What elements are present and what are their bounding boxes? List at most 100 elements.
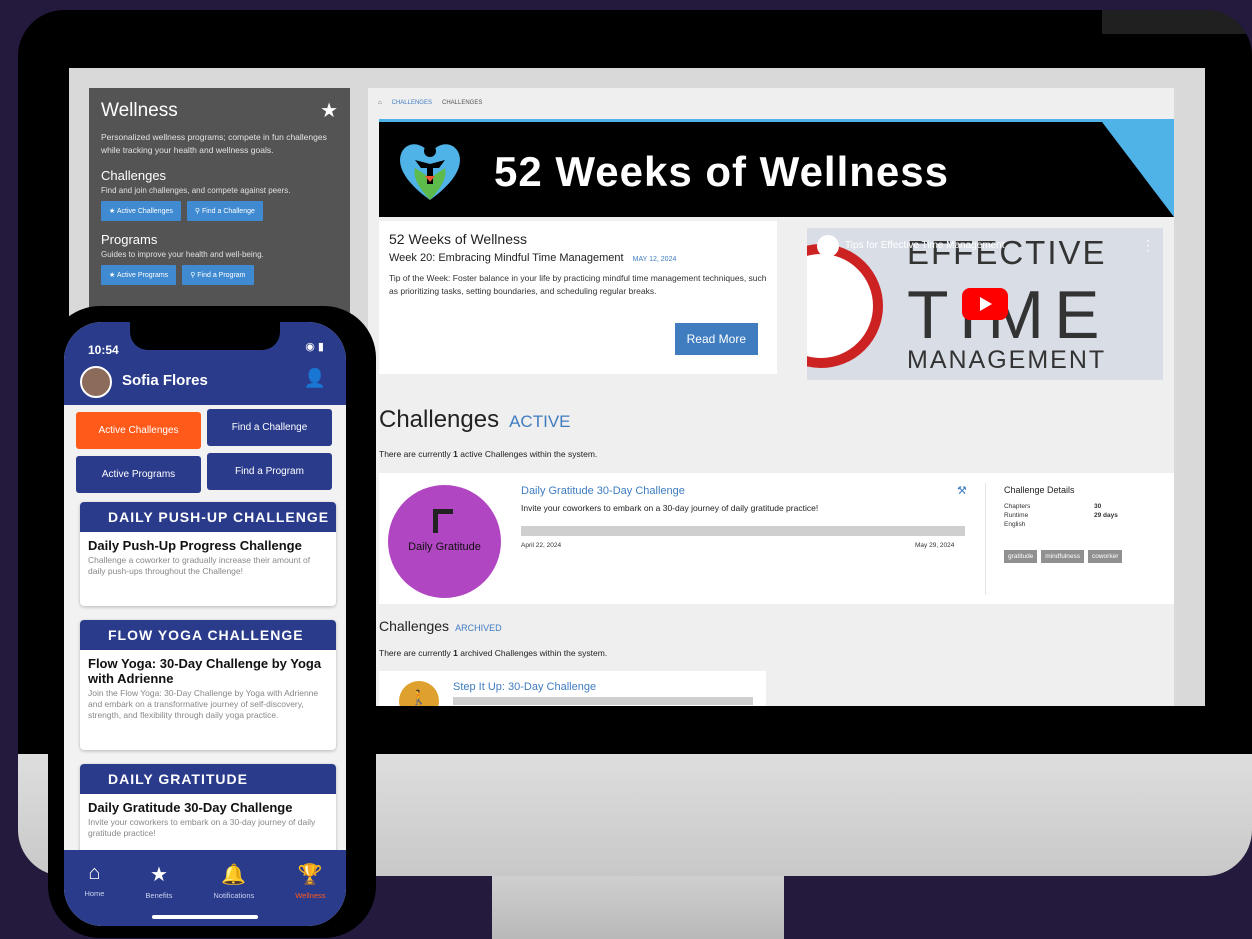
find-challenge-button[interactable]: Find a Challenge <box>207 409 332 446</box>
wrench-icon[interactable]: ⚒ <box>957 484 967 497</box>
runtime-label: Runtime <box>1004 512 1029 519</box>
channel-icon <box>817 235 839 257</box>
banner-title: 52 Weeks of Wellness <box>494 148 949 195</box>
archived-challenges-heading: Challenges ARCHIVED <box>379 618 502 634</box>
monitor-stand <box>492 876 784 939</box>
user-name: Sofia Flores <box>122 372 208 389</box>
week-body: Tip of the Week: Foster balance in your … <box>389 273 767 296</box>
phone-screen: 10:54 ◉ ▮ Sofia Flores 👤 Active Challeng… <box>64 322 346 926</box>
read-more-button[interactable]: Read More <box>674 323 758 355</box>
phone-notch <box>130 322 280 350</box>
video-thumbnail[interactable]: EFFECTIVE TIME MANAGEMENT Tips for Effec… <box>807 228 1163 380</box>
details-heading: Challenge Details <box>1004 485 1075 495</box>
chapters-label: Chapters <box>1004 503 1031 510</box>
tag-chip[interactable]: gratitude <box>1004 550 1038 563</box>
bell-icon: 🔔 <box>221 864 247 886</box>
sidebar-title: Wellness <box>101 99 178 121</box>
archived-tag: ARCHIVED <box>455 623 502 633</box>
challenge-description: Invite your coworkers to embark on a 30-… <box>521 503 819 513</box>
week-date: MAY 12, 2024 <box>632 256 677 263</box>
status-icons: ◉ ▮ <box>305 341 324 353</box>
more-vertical-icon[interactable]: ⋮ <box>1141 237 1155 254</box>
chapters-value: 30 <box>1094 503 1102 510</box>
breadcrumb-link[interactable]: CHALLENGES <box>392 100 432 106</box>
active-challenges-button[interactable]: ★ Active Challenges <box>101 201 181 221</box>
wellness-banner: 52 Weeks of Wellness <box>379 119 1174 217</box>
week-card: 52 Weeks of Wellness Week 20: Embracing … <box>379 221 777 374</box>
runtime-value: 29 days <box>1094 512 1118 519</box>
tag-chip[interactable]: coworker <box>1087 550 1123 563</box>
active-programs-button[interactable]: Active Programs <box>76 456 201 493</box>
divider <box>985 483 986 595</box>
wellness-logo-icon <box>400 144 460 200</box>
archived-progress-bar <box>453 697 753 705</box>
active-challenges-button[interactable]: Active Challenges <box>76 412 201 449</box>
list-item[interactable]: FLOW YOGA CHALLENGE Flow Yoga: 30-Day Ch… <box>80 620 336 750</box>
card-banner: DAILY PUSH-UP CHALLENGE <box>80 502 336 532</box>
gratitude-icon <box>433 509 453 533</box>
challenge-badge[interactable]: Daily Gratitude <box>388 485 501 598</box>
active-count-text: There are currently 1 active Challenges … <box>379 449 598 459</box>
active-tag: ACTIVE <box>509 412 571 431</box>
star-icon: ★ <box>149 864 168 886</box>
video-line2: TIME <box>907 277 1110 353</box>
badge-text: Daily Gratitude <box>408 541 481 553</box>
main-content: ⌂ CHALLENGES CHALLENGES 52 Weeks of Well… <box>368 88 1174 706</box>
home-icon[interactable]: ⌂ <box>378 100 382 106</box>
clock-icon <box>807 244 883 368</box>
nav-home[interactable]: ⌂ Home <box>84 862 104 926</box>
week-title: 52 Weeks of Wellness <box>389 231 527 247</box>
home-indicator <box>152 915 258 919</box>
archived-count-text: There are currently 1 archived Challenge… <box>379 648 608 658</box>
week-subtitle: Week 20: Embracing Mindful Time Manageme… <box>389 252 624 264</box>
card-text: Invite your coworkers to embark on a 30-… <box>88 817 316 838</box>
nav-label: Notifications <box>213 891 255 900</box>
nav-label: Wellness <box>295 891 326 900</box>
sidebar-intro: Personalized wellness programs; compete … <box>101 132 327 155</box>
breadcrumb-current: CHALLENGES <box>441 100 483 106</box>
archived-challenge-card: 🚶 Step It Up: 30-Day Challenge <box>379 671 766 706</box>
language-value: English <box>1004 521 1026 528</box>
active-programs-button[interactable]: ★ Active Programs <box>101 265 177 285</box>
challenge-details: Challenge Details Chapters 30 Runtime 29… <box>1004 485 1164 563</box>
tag-chip[interactable]: mindfulness <box>1041 550 1084 563</box>
sidebar-challenges-sub: Find and join challenges, and compete ag… <box>101 186 291 195</box>
nav-label: Home <box>84 889 105 898</box>
banner-accent <box>1102 122 1174 217</box>
video-title[interactable]: Tips for Effective Time Management <box>845 240 1005 251</box>
user-icon[interactable]: 👤 <box>304 368 326 389</box>
card-banner: DAILY GRATITUDE <box>80 764 336 794</box>
sidebar-programs-heading: Programs <box>101 232 158 247</box>
find-program-button[interactable]: ⚲ Find a Program <box>182 265 254 285</box>
nav-wellness[interactable]: 🏆 Wellness <box>295 862 325 926</box>
nav-label: Benefits <box>145 891 173 900</box>
trophy-icon: 🏆 <box>297 864 323 886</box>
archived-challenge-link[interactable]: Step It Up: 30-Day Challenge <box>453 681 596 693</box>
home-icon: ⌂ <box>88 862 101 884</box>
card-text: Join the Flow Yoga: 30-Day Challenge by … <box>88 688 319 720</box>
challenge-progress-bar <box>521 526 965 536</box>
list-item[interactable]: DAILY PUSH-UP CHALLENGE Daily Push-Up Pr… <box>80 502 336 606</box>
card-text: Challenge a coworker to gradually increa… <box>88 555 311 576</box>
wellness-sidebar: Wellness ★ Personalized wellness program… <box>89 88 350 328</box>
card-title: Daily Gratitude 30-Day Challenge <box>88 800 293 815</box>
challenge-start-date: April 22, 2024 <box>521 542 562 549</box>
avatar[interactable] <box>80 366 112 398</box>
phone-clock: 10:54 <box>88 343 119 357</box>
challenge-name-link[interactable]: Daily Gratitude 30-Day Challenge <box>521 485 685 497</box>
card-title: Flow Yoga: 30-Day Challenge by Yoga with… <box>88 656 322 686</box>
star-icon[interactable]: ★ <box>320 98 338 123</box>
challenge-card: Daily Gratitude Daily Gratitude 30-Day C… <box>379 473 1174 604</box>
sidebar-programs-sub: Guides to improve your health and well-b… <box>101 250 264 259</box>
play-icon[interactable] <box>962 288 1008 320</box>
breadcrumb: ⌂ CHALLENGES CHALLENGES <box>378 100 482 106</box>
video-line3: MANAGEMENT <box>907 346 1107 374</box>
find-program-button[interactable]: Find a Program <box>207 453 332 490</box>
active-challenges-heading: Challenges ACTIVE <box>379 406 571 433</box>
find-challenge-button[interactable]: ⚲ Find a Challenge <box>186 201 263 221</box>
list-item[interactable]: DAILY GRATITUDE Daily Gratitude 30-Day C… <box>80 764 336 854</box>
walking-icon[interactable]: 🚶 <box>399 681 439 706</box>
card-title: Daily Push-Up Progress Challenge <box>88 538 302 553</box>
card-banner: FLOW YOGA CHALLENGE <box>80 620 336 650</box>
background-decoration <box>1102 10 1252 34</box>
